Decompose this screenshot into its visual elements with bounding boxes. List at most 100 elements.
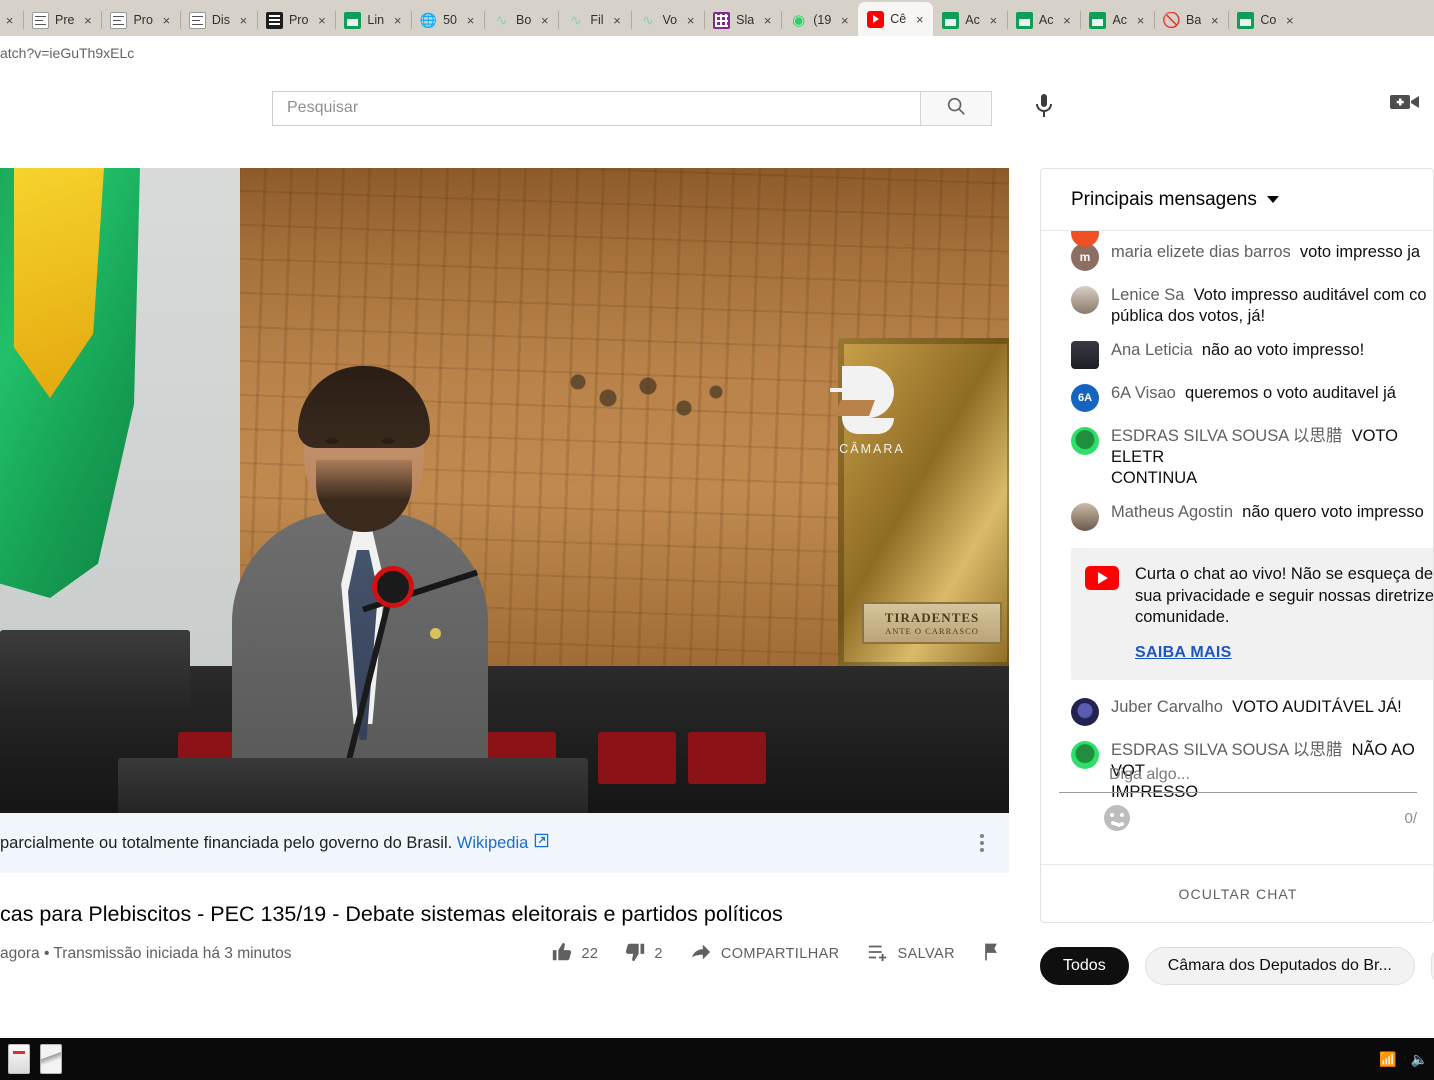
- tab-close-icon[interactable]: ×: [80, 13, 95, 28]
- chat-header[interactable]: Principais mensagens: [1041, 169, 1433, 231]
- save-button[interactable]: SALVAR: [866, 941, 955, 967]
- tab-close-icon[interactable]: ×: [236, 13, 251, 28]
- tab-close-icon[interactable]: ×: [683, 13, 698, 28]
- tab-close-icon[interactable]: ×: [1133, 13, 1148, 28]
- address-bar[interactable]: atch?v=ieGuTh9xELc: [0, 36, 1434, 70]
- chat-input-area[interactable]: Diga algo... 0/: [1041, 750, 1434, 862]
- chat-body-text: voto impresso ja: [1300, 243, 1420, 261]
- browser-tab[interactable]: ∿ Fil ×: [558, 4, 630, 36]
- chat-policy-link[interactable]: SAIBA MAIS: [1135, 644, 1433, 662]
- wifi-icon[interactable]: 📶: [1379, 1051, 1396, 1068]
- search-area: Pesquisar: [272, 88, 1064, 128]
- chamber-seat: [598, 732, 676, 784]
- browser-tab[interactable]: Co ×: [1228, 4, 1303, 36]
- address-bar-url: atch?v=ieGuTh9xELc: [0, 45, 134, 61]
- save-label: SALVAR: [898, 946, 955, 962]
- tab-close-icon[interactable]: ×: [159, 13, 174, 28]
- chat-author[interactable]: ESDRAS SILVA SOUSA 以思腊: [1111, 427, 1342, 445]
- browser-tab[interactable]: Ac ×: [1080, 4, 1154, 36]
- tab-close-icon[interactable]: ×: [314, 13, 329, 28]
- dislike-button[interactable]: 2: [624, 941, 662, 967]
- chat-author[interactable]: Juber Carvalho: [1111, 698, 1223, 716]
- tab-close-icon[interactable]: ×: [986, 13, 1001, 28]
- tab-close-icon[interactable]: ×: [1207, 13, 1222, 28]
- chat-author[interactable]: maria elizete dias barros: [1111, 243, 1291, 261]
- tab-close-icon[interactable]: ×: [390, 13, 405, 28]
- browser-tab-strip[interactable]: × Pre × Pro × Dis × Pro × Lin × 🌐 50 × ∿…: [0, 0, 1434, 36]
- spreadsheet-dark-icon: [266, 12, 283, 29]
- chat-author[interactable]: Lenice Sa: [1111, 286, 1184, 304]
- like-button[interactable]: 22: [551, 941, 598, 967]
- speaker-icon[interactable]: 🔈: [1411, 1051, 1428, 1068]
- youtube-icon: [867, 11, 884, 28]
- share-icon: [689, 941, 713, 967]
- browser-tab[interactable]: Dis ×: [180, 4, 257, 36]
- browser-tab[interactable]: ∿ Bo ×: [484, 4, 558, 36]
- browser-tab[interactable]: ∿ Vo ×: [631, 4, 705, 36]
- search-input[interactable]: Pesquisar: [272, 91, 920, 126]
- chat-author[interactable]: 6A Visao: [1111, 384, 1176, 402]
- chat-message-input[interactable]: Diga algo...: [1059, 766, 1417, 793]
- browser-tab[interactable]: 🌐 50 ×: [411, 4, 484, 36]
- browser-tab[interactable]: Pro ×: [257, 4, 335, 36]
- tab-close-icon[interactable]: ×: [760, 13, 775, 28]
- os-taskbar[interactable]: 📶 🔈: [0, 1038, 1434, 1080]
- chat-message-text: 6A Visao queremos o voto auditavel já: [1111, 383, 1396, 404]
- hide-chat-button[interactable]: OCULTAR CHAT: [1041, 864, 1434, 922]
- chat-body-text: queremos o voto auditavel já: [1185, 384, 1396, 402]
- taskbar-app-icon[interactable]: [40, 1044, 62, 1074]
- tab-close-icon[interactable]: ×: [837, 13, 852, 28]
- emoji-icon[interactable]: [1104, 805, 1130, 831]
- report-button[interactable]: [981, 941, 1001, 967]
- browser-tab[interactable]: 🚫 Ba ×: [1154, 4, 1228, 36]
- chip-camara[interactable]: Câmara dos Deputados do Br...: [1145, 947, 1415, 985]
- filter-chip-row[interactable]: Todos Câmara dos Deputados do Br...: [1040, 944, 1434, 988]
- chat-message-text: Matheus Agostin não quero voto impresso: [1111, 502, 1424, 523]
- tab-close-icon[interactable]: ×: [912, 12, 927, 27]
- video-player[interactable]: TIRADENTES ANTE O CARRASCO CÂMARA: [0, 168, 1009, 813]
- sheets-green-icon: [344, 12, 361, 29]
- browser-tab[interactable]: ×: [0, 4, 23, 36]
- curve-icon: ∿: [493, 12, 510, 29]
- tab-close-icon[interactable]: ×: [463, 13, 478, 28]
- chat-message: Lenice Sa Voto impresso auditável com co…: [1041, 278, 1433, 333]
- live-chat-panel[interactable]: Principais mensagens m maria elizete dia…: [1040, 168, 1434, 923]
- kebab-menu-icon[interactable]: [969, 828, 995, 858]
- tab-title: Vo: [663, 13, 678, 27]
- tab-close-icon[interactable]: ×: [1059, 13, 1074, 28]
- browser-tab[interactable]: Lin ×: [335, 4, 411, 36]
- browser-tab[interactable]: Pro ×: [101, 4, 179, 36]
- chat-body-text-line2: pública dos votos, já!: [1111, 307, 1265, 325]
- wikipedia-link[interactable]: Wikipedia: [457, 834, 529, 853]
- tab-close-icon[interactable]: ×: [537, 13, 552, 28]
- chip-todos[interactable]: Todos: [1040, 947, 1129, 985]
- chat-author[interactable]: Ana Leticia: [1111, 341, 1193, 359]
- chat-body-text: Voto impresso auditável com co: [1194, 286, 1427, 304]
- chat-body-text: não ao voto impresso!: [1202, 341, 1364, 359]
- plaque-line-2: ANTE O CARRASCO: [885, 626, 979, 636]
- sheets-green-icon: [1237, 12, 1254, 29]
- chevron-down-icon[interactable]: [1267, 196, 1279, 203]
- chat-message: Ana Leticia não ao voto impresso!: [1041, 333, 1433, 376]
- browser-tab[interactable]: Pre ×: [23, 4, 101, 36]
- desk-podium: [118, 758, 588, 813]
- browser-tab[interactable]: Ac ×: [1007, 4, 1081, 36]
- chat-policy-text: Curta o chat ao vivo! Não se esqueça de …: [1135, 565, 1433, 626]
- tab-title: Dis: [212, 13, 230, 27]
- tab-close-icon[interactable]: ×: [2, 13, 17, 28]
- search-icon: [945, 95, 967, 122]
- browser-tab-active[interactable]: Cê ×: [858, 2, 933, 36]
- create-video-button[interactable]: [1388, 90, 1422, 118]
- browser-tab[interactable]: ◉ (19 ×: [781, 4, 858, 36]
- tab-close-icon[interactable]: ×: [1282, 13, 1297, 28]
- search-button[interactable]: [920, 91, 992, 126]
- voice-search-button[interactable]: [1024, 88, 1064, 128]
- browser-tab[interactable]: Ac ×: [933, 4, 1007, 36]
- browser-tab[interactable]: Sla ×: [704, 4, 781, 36]
- taskbar-app-icon[interactable]: [8, 1044, 30, 1074]
- youtube-icon: [1085, 566, 1119, 590]
- share-button[interactable]: COMPARTILHAR: [689, 941, 840, 967]
- tab-close-icon[interactable]: ×: [610, 13, 625, 28]
- chat-author[interactable]: Matheus Agostin: [1111, 503, 1233, 521]
- chat-message-list[interactable]: m maria elizete dias barros voto impress…: [1041, 231, 1433, 809]
